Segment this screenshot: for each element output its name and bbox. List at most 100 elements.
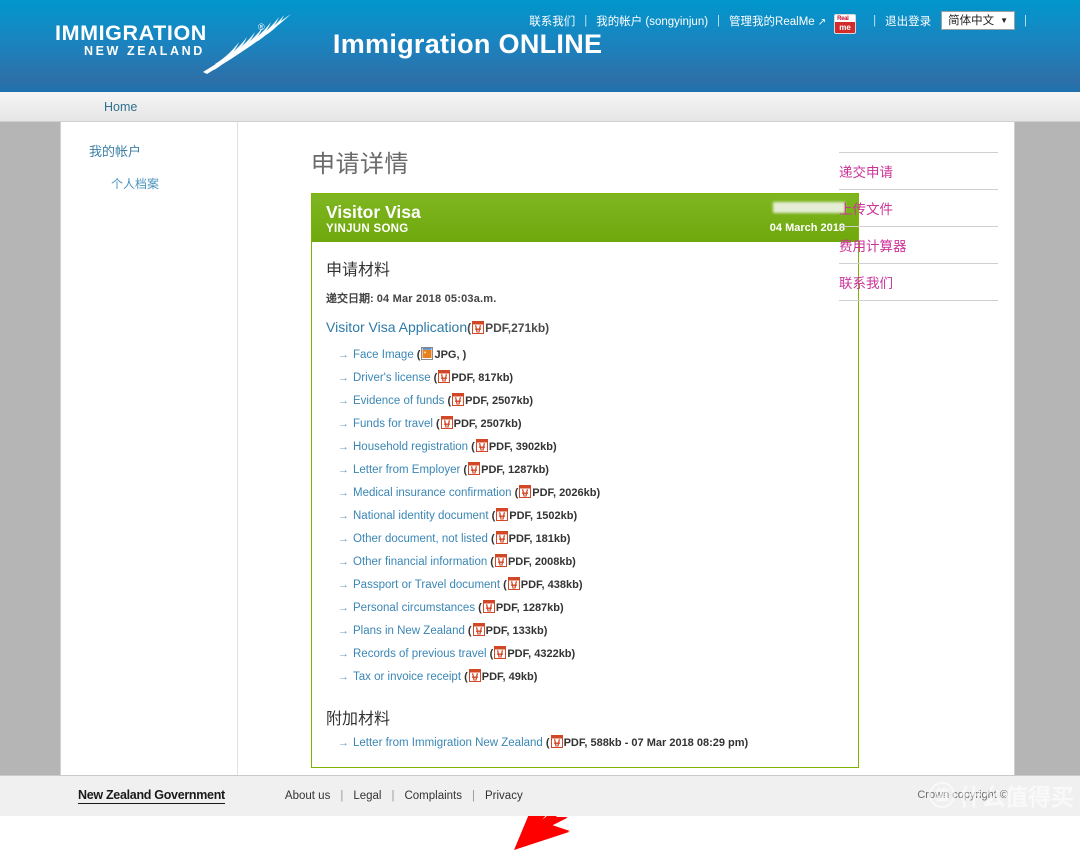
brand-logo[interactable]: IMMIGRATION NEW ZEALAND ® Immigration ON… [55, 14, 602, 74]
document-open-paren: ( [461, 671, 468, 683]
footer-link-0[interactable]: About us [285, 790, 330, 802]
pdf-icon [494, 554, 507, 567]
document-link[interactable]: Other document, not listed [353, 533, 488, 545]
primary-document-link[interactable]: Visitor Visa Application [326, 319, 467, 335]
arrow-right-icon: → [338, 533, 349, 545]
document-link[interactable]: Letter from Employer [353, 464, 460, 476]
pdf-icon [494, 646, 507, 659]
nav-tab-home[interactable]: Home [90, 92, 151, 122]
pdf-icon [438, 370, 451, 383]
document-open-paren: ( [468, 441, 475, 453]
document-open-paren: ( [511, 487, 519, 499]
list-item: → Personal circumstances (PDF, 1287kb) [338, 600, 844, 614]
right-sidebar-link-1[interactable]: 上传文件 [839, 189, 998, 226]
list-item: → Funds for travel (PDF, 2507kb) [338, 416, 844, 430]
footer-link-3[interactable]: Privacy [485, 790, 523, 802]
document-link[interactable]: Medical insurance confirmation [353, 487, 512, 499]
right-sidebar: 递交申请 上传文件 费用计算器 联系我们 [821, 122, 1016, 301]
registered-trademark-icon: ® [258, 22, 265, 32]
list-item: → Records of previous travel ( PDF, 4322kb… [338, 646, 844, 660]
document-open-paren: ( [460, 464, 468, 476]
arrow-right-icon: → [338, 648, 349, 660]
application-card-header: Visitor Visa YINJUN SONG 04 March 2018 [312, 194, 858, 242]
pdf-icon [475, 439, 488, 452]
document-link[interactable]: Personal circumstances [353, 602, 475, 614]
submitted-label: 递交日期: [326, 293, 374, 305]
list-item: → Tax or invoice receipt (PDF, 49kb) [338, 669, 844, 683]
document-open-paren: ( [486, 648, 494, 660]
right-sidebar-link-3[interactable]: 联系我们 [839, 263, 998, 301]
document-link[interactable]: National identity document [353, 510, 489, 522]
pdf-icon [482, 600, 495, 613]
document-list: → Face Image (JPG, ) → Driver's license (PD… [326, 347, 844, 683]
submitted-value: 04 Mar 2018 05:03a.m. [376, 293, 497, 305]
document-open-paren: ( [464, 625, 472, 637]
application-card: Visitor Visa YINJUN SONG 04 March 2018 申… [311, 193, 859, 768]
language-selector[interactable]: 简体中文 ▼ [941, 11, 1015, 30]
document-link[interactable]: Records of previous travel [353, 648, 487, 660]
list-item: → Other financial information (PDF, 2008k… [338, 554, 844, 568]
document-meta: PDF, 133kb) [485, 625, 548, 637]
document-open-paren: ( [500, 579, 507, 591]
document-link[interactable]: Funds for travel [353, 418, 433, 430]
primary-nav: Home [0, 92, 1080, 122]
list-item: → Household registration (PDF, 3902kb) [338, 439, 844, 453]
document-open-paren: ( [432, 418, 440, 430]
document-link[interactable]: Other financial information [353, 556, 487, 568]
sidebar-item-profile[interactable]: 个人档案 [111, 175, 237, 192]
utility-link-my-account[interactable]: 我的帐户 (songyinjun) [596, 13, 708, 29]
document-meta: PDF, 817kb) [451, 372, 514, 384]
application-card-body: 申请材料 递交日期: 04 Mar 2018 05:03a.m. Visitor… [312, 242, 858, 767]
footer-links: About us | Legal | Complaints | Privacy [285, 790, 523, 802]
brand-immigration-nz: IMMIGRATION NEW ZEALAND ® [55, 14, 291, 74]
arrow-right-icon: → [338, 625, 349, 637]
extra-document-open-paren: ( [542, 737, 550, 749]
document-link[interactable]: Tax or invoice receipt [353, 671, 461, 683]
footer-link-2[interactable]: Complaints [404, 790, 462, 802]
document-meta: PDF, 2026kb) [532, 487, 601, 499]
left-sidebar: 我的帐户 个人档案 [61, 122, 238, 775]
external-link-icon: ↗ [817, 16, 827, 28]
arrow-right-icon: → [338, 372, 349, 384]
utility-link-manage-realme[interactable]: 管理我的RealMe ↗ [729, 13, 826, 29]
language-selector-value: 简体中文 [948, 14, 995, 27]
list-item: → National identity document (PDF, 1502kb… [338, 508, 844, 522]
realme-logo-icon[interactable]: Real me [834, 13, 857, 34]
document-open-paren: ( [444, 395, 452, 407]
utility-separator: | [1024, 14, 1027, 27]
chevron-down-icon: ▼ [1000, 15, 1008, 25]
document-meta: PDF, 4322kb) [507, 648, 576, 660]
realme-logo-bottom-text: me [835, 21, 856, 33]
document-link[interactable]: Plans in New Zealand [353, 625, 465, 637]
pdf-icon [519, 485, 532, 498]
extra-document-link[interactable]: Letter from Immigration New Zealand [353, 737, 543, 749]
utility-separator: | [873, 14, 877, 27]
sidebar-item-my-account[interactable]: 我的帐户 [89, 141, 237, 160]
utility-separator: | [717, 14, 721, 27]
arrow-right-icon: → [338, 349, 349, 361]
document-meta: PDF, 1502kb) [509, 510, 578, 522]
nz-government-logo: New Zealand Government [78, 788, 225, 804]
right-sidebar-link-0[interactable]: 递交申请 [839, 152, 998, 189]
utility-link-logout[interactable]: 退出登录 [885, 13, 931, 29]
footer-separator: | [472, 790, 475, 802]
document-link[interactable]: Passport or Travel document [353, 579, 500, 591]
document-open-paren: ( [488, 510, 496, 522]
primary-document-meta: PDF,271kb) [485, 321, 550, 335]
visa-type-title: Visitor Visa [326, 202, 421, 222]
document-link[interactable]: Face Image [353, 349, 414, 361]
arrow-right-icon: → [338, 737, 349, 749]
right-sidebar-link-2[interactable]: 费用计算器 [839, 226, 998, 263]
document-link[interactable]: Household registration [353, 441, 468, 453]
document-link[interactable]: Driver's license [353, 372, 431, 384]
document-meta: PDF, 2507kb) [465, 395, 534, 407]
document-link[interactable]: Evidence of funds [353, 395, 444, 407]
section-title-documents: 申请材料 [326, 262, 391, 279]
footer-link-1[interactable]: Legal [353, 790, 381, 802]
pdf-icon [440, 416, 453, 429]
brand-line-immigration: IMMIGRATION [55, 21, 207, 45]
site-header: 联系我们 | 我的帐户 (songyinjun) | 管理我的RealMe ↗ R… [0, 0, 1080, 92]
document-meta: PDF, 1287kb) [495, 602, 564, 614]
pdf-icon [452, 393, 465, 406]
pdf-icon [472, 623, 485, 636]
